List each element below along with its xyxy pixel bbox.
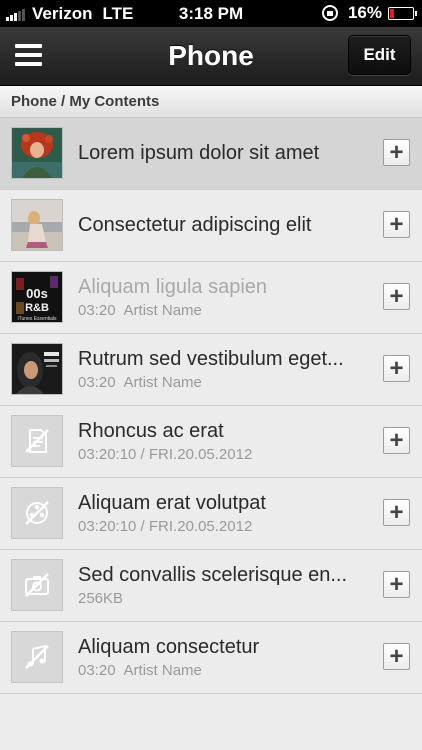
list-item[interactable]: Aliquam consectetur 03:20 Artist Name + [0,622,422,694]
add-button[interactable]: + [383,571,410,598]
album-art-photo-icon [12,128,62,178]
add-button[interactable]: + [383,355,410,382]
breadcrumb: Phone / My Contents [0,86,422,118]
list-item[interactable]: Rhoncus ac erat 03:20:10 / FRI.20.05.201… [0,406,422,478]
album-cover-alicia-icon [12,344,62,394]
album-cover-thumbnail: 00s R&B iTunes Essentials [11,271,63,323]
list-item[interactable]: Sed convallis scelerisque en... 256KB + [0,550,422,622]
battery-icon [388,6,417,20]
music-placeholder-icon [25,644,49,669]
hamburger-menu-icon[interactable] [15,44,42,66]
item-subtitle: 03:20:10 / FRI.20.05.2012 [78,518,253,535]
item-subtitle: 03:20 Artist Name [78,662,202,679]
add-button[interactable]: + [383,139,410,166]
svg-text:iTunes Essentials: iTunes Essentials [18,316,57,322]
item-subtitle: 03:20 Artist Name [78,374,202,391]
list-item[interactable]: Lorem ipsum dolor sit amet + [0,118,422,190]
item-title: Consectetur adipiscing elit [78,214,312,236]
track-duration: 03:20 [78,302,116,319]
list-item[interactable]: Consectetur adipiscing elit + [0,190,422,262]
rotation-lock-icon [321,5,338,21]
list-item[interactable]: 00s R&B iTunes Essentials Aliquam ligula… [0,262,422,334]
artist-name: Artist Name [123,374,202,391]
svg-text:00s: 00s [26,286,48,301]
item-title: Lorem ipsum dolor sit amet [78,142,320,164]
svg-text:R&B: R&B [25,302,49,314]
add-button[interactable]: + [383,211,410,238]
item-subtitle: 03:20:10 / FRI.20.05.2012 [78,446,253,463]
navigation-bar: Phone Edit [0,27,422,86]
artist-name: Artist Name [123,662,202,679]
add-button[interactable]: + [383,427,410,454]
add-button[interactable]: + [383,643,410,670]
list-item[interactable]: Aliquam erat volutpat 03:20:10 / FRI.20.… [0,478,422,550]
item-title: Aliquam consectetur [78,636,260,658]
item-subtitle: 03:20 Artist Name [78,302,202,319]
document-placeholder-icon [25,429,49,453]
list-item[interactable]: Rutrum sed vestibulum eget... 03:20 Artis… [0,334,422,406]
item-title: Aliquam erat volutpat [78,492,266,514]
video-reel-placeholder-icon [25,501,49,525]
beach-photo-icon [12,200,62,250]
item-subtitle: 256KB [78,590,124,607]
add-button[interactable]: + [383,283,410,310]
album-cover-thumbnail [11,343,63,395]
item-title: Sed convallis scelerisque en... [78,564,348,586]
status-bar: Verizon LTE 3:18 PM 16% [0,0,422,27]
album-cover-rnb-icon: 00s R&B iTunes Essentials [12,272,62,322]
item-title: Rhoncus ac erat [78,420,224,442]
photo-thumbnail [11,199,63,251]
battery-percent: 16% [347,3,382,22]
track-duration: 03:20 [78,662,116,679]
item-title: Rutrum sed vestibulum eget... [78,348,344,370]
add-button[interactable]: + [383,499,410,526]
status-bar-right: 16% [321,3,417,23]
photo-placeholder-icon [25,573,49,597]
track-duration: 03:20 [78,374,116,391]
item-title: Aliquam ligula sapien [78,276,268,298]
music-thumbnail [11,631,63,683]
artist-name: Artist Name [123,302,202,319]
document-thumbnail [11,415,63,467]
photo-thumbnail [11,559,63,611]
album-art-thumbnail [11,127,63,179]
video-thumbnail [11,487,63,539]
content-list: Lorem ipsum dolor sit amet + Consectetur… [0,118,422,694]
edit-button[interactable]: Edit [348,35,411,75]
